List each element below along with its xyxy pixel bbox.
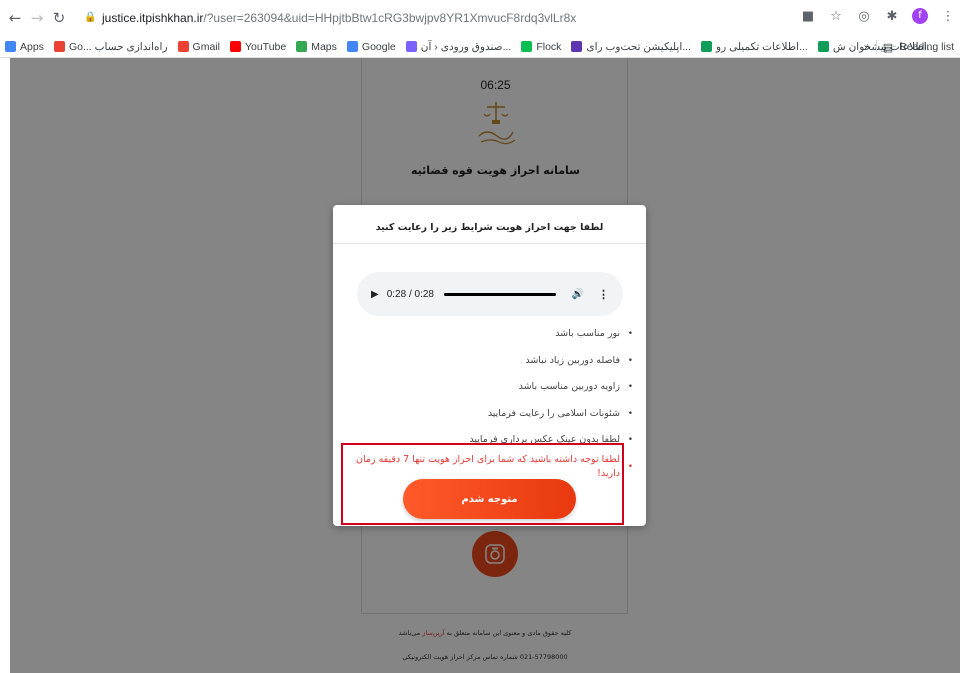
bookmark-star-icon[interactable]: ☆ <box>828 9 844 24</box>
profile-avatar[interactable]: f <box>912 8 928 24</box>
pencil-icon <box>405 41 417 52</box>
bookmark-label: Gmail <box>192 40 220 53</box>
requirement-item: شئونات اسلامی را رعایت فرمایید <box>333 401 646 428</box>
bookmark-label: YouTube <box>244 40 287 53</box>
menu-kebab-icon[interactable]: ⋮ <box>940 9 956 24</box>
youtube-icon <box>229 41 241 52</box>
camera-access-icon[interactable]: ■ <box>800 9 816 24</box>
url-path: /?user=263094&uid=HHpjtbBtw1cRG3bwjpv8YR… <box>203 11 577 25</box>
bookmark-label: اطلاعات تکمیلی رو... <box>716 40 808 53</box>
bookmark-item[interactable]: Maps <box>291 41 342 53</box>
requirement-item: فاصله دوربین زیاد نباشد <box>333 348 646 375</box>
bookmark-item[interactable]: Apps <box>0 41 49 53</box>
bookmark-item[interactable]: Gmail <box>173 41 225 53</box>
audio-time: 0:28 / 0:28 <box>386 288 434 300</box>
bookmark-label: Google <box>361 40 396 53</box>
bookmark-item[interactable]: Flock <box>516 41 566 53</box>
apps-grid-icon <box>5 41 16 52</box>
bookmark-item[interactable]: صندوق ورودی ‹ آن... <box>401 41 517 53</box>
reload-icon[interactable]: ↻ <box>48 9 70 27</box>
sheets-icon <box>817 41 829 52</box>
gmail-icon <box>177 41 189 52</box>
gmail-icon <box>53 41 65 52</box>
requirement-item: نور مناسب باشد <box>333 321 646 348</box>
bookmark-label: Go... راه‌اندازی حساب <box>68 40 168 53</box>
reading-list-icon: ▤ <box>882 41 894 54</box>
bookmark-label: Maps <box>311 40 337 53</box>
globe-extension-icon[interactable]: ◎ <box>856 9 872 24</box>
url-host: justice.itpishkhan.ir <box>102 11 204 25</box>
browser-toolbar: ← → ↻ 🔒 justice.itpishkhan.ir/?user=2630… <box>0 0 960 36</box>
flock-icon <box>521 41 533 52</box>
sheets-icon <box>701 41 713 52</box>
divider <box>333 243 646 244</box>
lock-icon: 🔒 <box>84 12 97 23</box>
reading-list-button[interactable]: Reading list <box>899 41 954 53</box>
play-icon[interactable]: ▶ <box>371 289 379 300</box>
bookmark-item[interactable]: Go... راه‌اندازی حساب <box>49 41 173 53</box>
bookmark-label: Flock <box>536 40 562 53</box>
audio-more-options-icon[interactable]: ⋮ <box>598 288 609 301</box>
bookmark-item[interactable]: اطلاعات تکمیلی رو... <box>696 41 813 53</box>
back-arrow-icon[interactable]: ← <box>4 9 26 27</box>
maps-pin-icon <box>296 41 308 52</box>
bookmark-item[interactable]: Google <box>342 41 401 53</box>
app-icon <box>571 41 583 52</box>
requirement-item: زاویه دوربین مناسب باشد <box>333 374 646 401</box>
address-bar[interactable]: 🔒 justice.itpishkhan.ir/?user=263094&uid… <box>84 6 804 30</box>
forward-arrow-icon[interactable]: → <box>26 9 48 27</box>
bookmark-label: صندوق ورودی ‹ آن... <box>420 40 512 53</box>
modal-title: لطفا جهت احراز هویت شرایط زیر را رعایت ک… <box>375 222 604 233</box>
extensions-puzzle-icon[interactable]: ✱ <box>884 9 900 24</box>
bookmark-item[interactable]: اپلیکیشن تحت‌وب رای... <box>566 41 696 53</box>
volume-icon[interactable]: 🔊 <box>572 289 584 300</box>
audio-seek-bar[interactable] <box>443 292 556 296</box>
divider <box>875 40 877 54</box>
bookmark-label: اپلیکیشن تحت‌وب رای... <box>586 40 692 53</box>
more-bookmarks-chevron-icon[interactable]: » <box>864 41 870 53</box>
audio-player: ▶ 0:28 / 0:28 🔊 ⋮ <box>357 272 623 316</box>
bookmarks-bar: Apps Go... راه‌اندازی حساب Gmail YouTube Map… <box>0 36 960 58</box>
annotation-highlight-box <box>341 443 624 525</box>
google-icon <box>346 41 358 52</box>
bookmark-item[interactable]: YouTube <box>225 41 291 53</box>
audio-progress-fill <box>443 292 556 296</box>
bookmark-label: Apps <box>20 40 44 53</box>
